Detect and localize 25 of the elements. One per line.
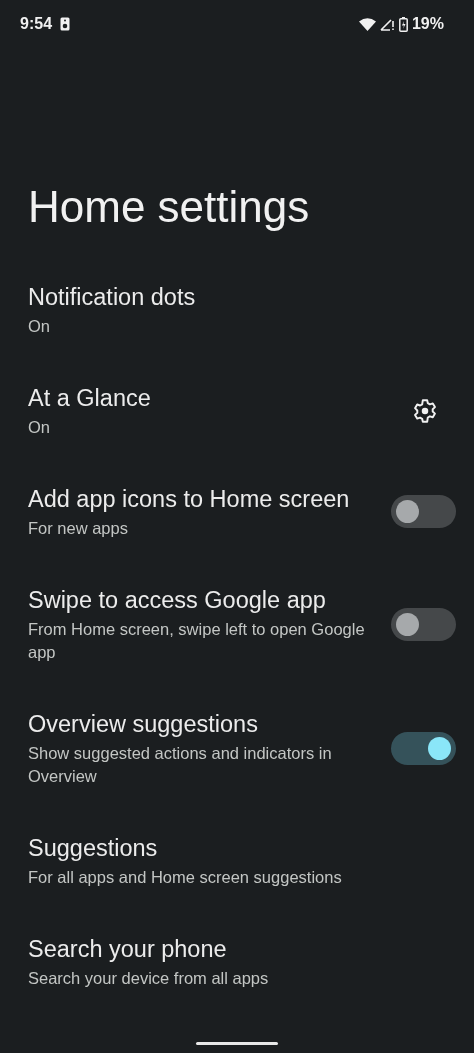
setting-title: Suggestions [28, 834, 159, 863]
setting-summary: For new apps [28, 518, 129, 539]
setting-summary: Search your device from all apps [28, 968, 269, 989]
battery-icon [398, 16, 408, 32]
toggle-switch[interactable] [391, 495, 456, 528]
setting-summary: For all apps and Home screen suggestions [28, 867, 342, 888]
clock: 9:54 [20, 14, 53, 34]
speaker-icon [60, 17, 71, 31]
setting-title: At a Glance [28, 384, 151, 413]
setting-title: Search your phone [28, 935, 228, 964]
setting-summary: On [28, 316, 51, 337]
setting-summary: On [28, 417, 51, 438]
signal-icon [379, 17, 395, 31]
setting-title: Add app icons to Home screen [28, 485, 350, 514]
battery-level: 19% [411, 14, 444, 34]
setting-title: Notification dots [28, 283, 196, 312]
setting-summary: Show suggested actions and indicators in Overview [28, 743, 333, 787]
setting-title: Overview suggestions [28, 710, 259, 739]
wifi-icon [358, 17, 376, 31]
page-title: Home settings [28, 181, 311, 233]
setting-summary: From Home screen, swipe left to open Google app [28, 619, 366, 663]
setting-title: Swipe to access Google app [28, 586, 327, 615]
settings-icon[interactable] [412, 397, 438, 424]
toggle-switch[interactable] [391, 731, 456, 765]
toggle-switch[interactable] [391, 607, 456, 641]
